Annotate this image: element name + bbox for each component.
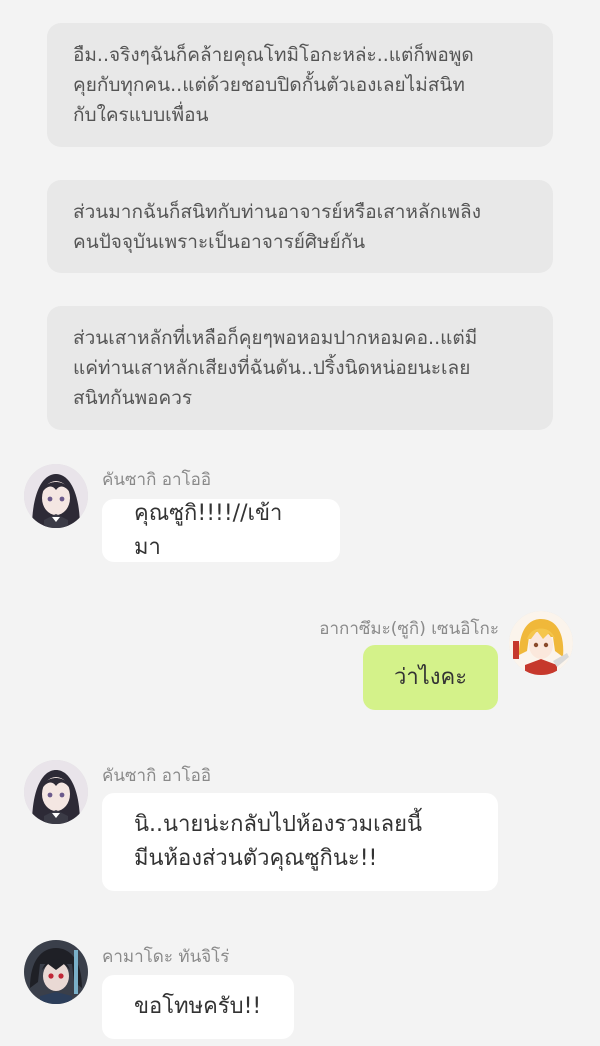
girl-dark-hair-avatar-icon bbox=[24, 760, 88, 824]
girl-dark-hair-avatar-icon bbox=[24, 464, 88, 528]
sender-avatar[interactable] bbox=[509, 611, 573, 675]
message-text: ขอโทษครับ!! bbox=[134, 994, 262, 1019]
sender-name: คามาโดะ ทันจิโร่ bbox=[102, 947, 230, 967]
chat-bubble-self: ว่าไงคะ bbox=[363, 645, 498, 710]
sender-name: คันซากิ อาโออิ bbox=[102, 766, 212, 786]
message-text: คุณซูกิ!!!!//เข้ามา bbox=[134, 500, 283, 560]
boy-red-eyes-avatar-icon bbox=[24, 940, 88, 1004]
sender-avatar[interactable] bbox=[24, 464, 88, 528]
narration-text: ส่วนเสาหลักที่เหลือก็คุยๆพอหอมปากหอมคอ..… bbox=[73, 327, 478, 409]
sender-name: คันซากิ อาโออิ bbox=[102, 470, 212, 490]
narration-box: ส่วนมากฉันก็สนิทกับท่านอาจารย์หรือเสาหลั… bbox=[47, 180, 553, 273]
narration-text: ส่วนมากฉันก็สนิทกับท่านอาจารย์หรือเสาหลั… bbox=[73, 200, 481, 253]
narration-box: อืม..จริงๆฉันก็คล้ายคุณโทมิโอกะหล่ะ..แต่… bbox=[47, 23, 553, 147]
sender-avatar[interactable] bbox=[24, 940, 88, 1004]
chat-bubble: นิ..นายน่ะกลับไปห้องรวมเลยนี้ มีนห้องส่ว… bbox=[102, 793, 498, 891]
message-text: นิ..นายน่ะกลับไปห้องรวมเลยนี้ มีนห้องส่ว… bbox=[134, 812, 423, 871]
chat-bubble: คุณซูกิ!!!!//เข้ามา bbox=[102, 499, 340, 562]
narration-box: ส่วนเสาหลักที่เหลือก็คุยๆพอหอมปากหอมคอ..… bbox=[47, 306, 553, 430]
message-text: ว่าไงคะ bbox=[393, 664, 468, 690]
narration-text: อืม..จริงๆฉันก็คล้ายคุณโทมิโอกะหล่ะ..แต่… bbox=[73, 44, 474, 126]
chat-bubble: ขอโทษครับ!! bbox=[102, 975, 294, 1039]
sender-avatar[interactable] bbox=[24, 760, 88, 824]
sender-name: อากาซึมะ(ซูกิ) เซนอิโกะ bbox=[319, 619, 499, 639]
girl-orange-hair-avatar-icon bbox=[509, 611, 573, 675]
